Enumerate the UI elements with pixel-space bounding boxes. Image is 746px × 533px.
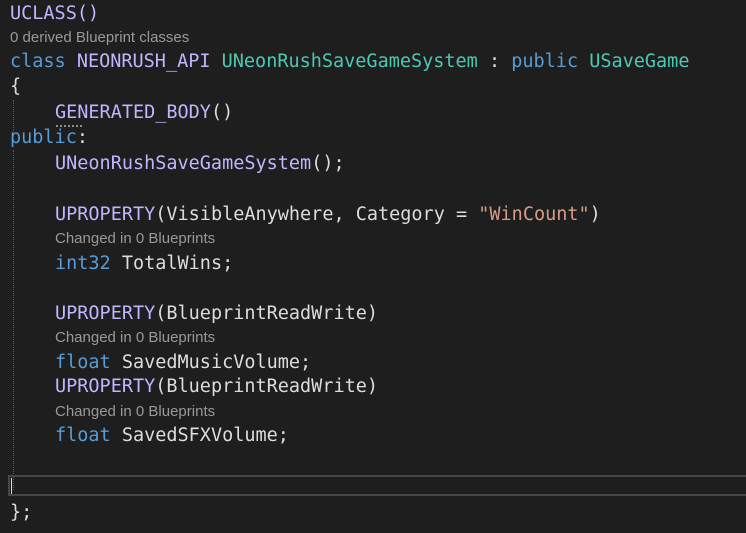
uclass-macro: UCLASS() (10, 3, 100, 24)
public-access-keyword: public (10, 127, 77, 148)
code-line-sfx-volume[interactable]: float SavedSFXVolume; (55, 424, 289, 448)
code-line-constructor[interactable]: UNeonRushSaveGameSystem(); (55, 152, 345, 176)
category-string: "WinCount" (478, 204, 590, 225)
base-class-name: USaveGame (589, 51, 690, 72)
class-keyword: class (10, 51, 66, 72)
uproperty-macro: UPROPERTY (55, 376, 156, 397)
text-cursor (11, 478, 12, 494)
code-line-open-brace[interactable]: { (10, 75, 21, 99)
codelens-changed-blueprints[interactable]: Changed in 0 Blueprints (55, 328, 215, 348)
code-line-total-wins[interactable]: int32 TotalWins; (55, 252, 233, 276)
float-type: float (55, 425, 111, 446)
api-macro: NEONRUSH_API (76, 51, 211, 72)
uproperty-macro: UPROPERTY (55, 303, 156, 324)
indent-guide (13, 150, 14, 490)
codelens-changed-blueprints[interactable]: Changed in 0 Blueprints (55, 402, 215, 422)
code-line-uproperty-wincount[interactable]: UPROPERTY(VisibleAnywhere, Category = "W… (55, 203, 601, 227)
code-line-public[interactable]: public: (10, 126, 88, 150)
codelens-changed-blueprints[interactable]: Changed in 0 Blueprints (55, 229, 215, 249)
float-type: float (55, 352, 111, 373)
code-line-close-brace[interactable]: }; (10, 501, 32, 525)
constructor-name: UNeonRushSaveGameSystem (55, 153, 312, 174)
public-keyword: public (511, 51, 579, 72)
codelens-derived-classes[interactable]: 0 derived Blueprint classes (10, 28, 189, 48)
uproperty-macro: UPROPERTY (55, 204, 156, 225)
code-line-uclass[interactable]: UCLASS() (10, 2, 99, 26)
code-line-music-volume[interactable]: float SavedMusicVolume; (55, 351, 311, 375)
int32-type: int32 (55, 253, 111, 274)
class-name: UNeonRushSaveGameSystem (221, 51, 478, 72)
code-editor[interactable]: UCLASS() 0 derived Blueprint classes cla… (0, 0, 746, 533)
generated-body-macro: GENERATED_BODY (55, 102, 211, 123)
code-line-class-declaration[interactable]: class NEONRUSH_API UNeonRushSaveGameSyst… (10, 50, 689, 74)
code-line-uproperty-music[interactable]: UPROPERTY(BlueprintReadWrite) (55, 302, 378, 326)
code-line-uproperty-sfx[interactable]: UPROPERTY(BlueprintReadWrite) (55, 375, 378, 399)
current-line-highlight (8, 475, 746, 496)
